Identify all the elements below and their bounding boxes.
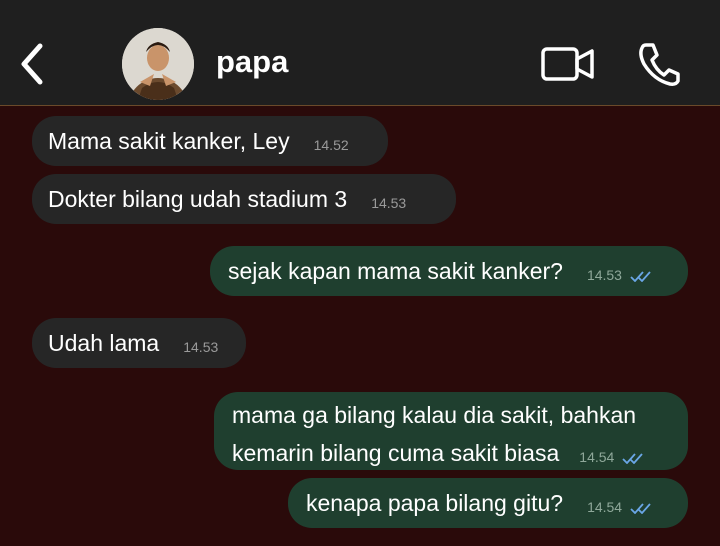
double-check-icon <box>622 453 643 465</box>
message-time: 14.52 <box>313 137 349 153</box>
video-camera-icon <box>541 47 594 81</box>
message-time: 14.54 <box>587 499 652 515</box>
message-time: 14.53 <box>587 267 652 283</box>
message-text: sejak kapan mama sakit kanker? <box>228 257 563 284</box>
avatar[interactable] <box>122 28 194 100</box>
message-time: 14.53 <box>183 339 219 355</box>
double-check-icon <box>630 271 651 283</box>
message-text: Udah lama <box>48 329 160 356</box>
video-call-button[interactable] <box>540 44 596 84</box>
message-bubble-incoming[interactable]: Udah lama 14.53 <box>32 318 246 368</box>
phone-icon <box>639 43 680 86</box>
message-text-line: mama ga bilang kalau dia sakit, bahkan <box>232 402 637 428</box>
message-text-line: kemarin bilang cuma sakit biasa <box>232 440 560 466</box>
message-bubble-outgoing[interactable]: kenapa papa bilang gitu? 14.54 <box>288 478 688 528</box>
message-bubble-outgoing[interactable]: mama ga bilang kalau dia sakit, bahkan k… <box>214 392 688 470</box>
chat-header: papa <box>0 0 720 106</box>
message-text: Dokter bilang udah stadium 3 <box>48 185 348 212</box>
message-text: kenapa papa bilang gitu? <box>306 489 564 516</box>
message-time: 14.54 <box>579 440 644 474</box>
chevron-left-icon <box>21 43 43 85</box>
back-button[interactable] <box>14 40 50 88</box>
contact-name[interactable]: papa <box>216 44 288 80</box>
message-bubble-incoming[interactable]: Dokter bilang udah stadium 3 14.53 <box>32 174 456 224</box>
message-time: 14.53 <box>371 195 407 211</box>
profile-photo <box>122 28 194 100</box>
double-check-icon <box>630 503 651 515</box>
message-list[interactable]: Mama sakit kanker, Ley 14.52 Dokter bila… <box>0 106 720 546</box>
voice-call-button[interactable] <box>636 40 682 88</box>
message-bubble-outgoing[interactable]: sejak kapan mama sakit kanker? 14.53 <box>210 246 688 296</box>
message-text: Mama sakit kanker, Ley <box>48 127 290 154</box>
message-bubble-incoming[interactable]: Mama sakit kanker, Ley 14.52 <box>32 116 388 166</box>
